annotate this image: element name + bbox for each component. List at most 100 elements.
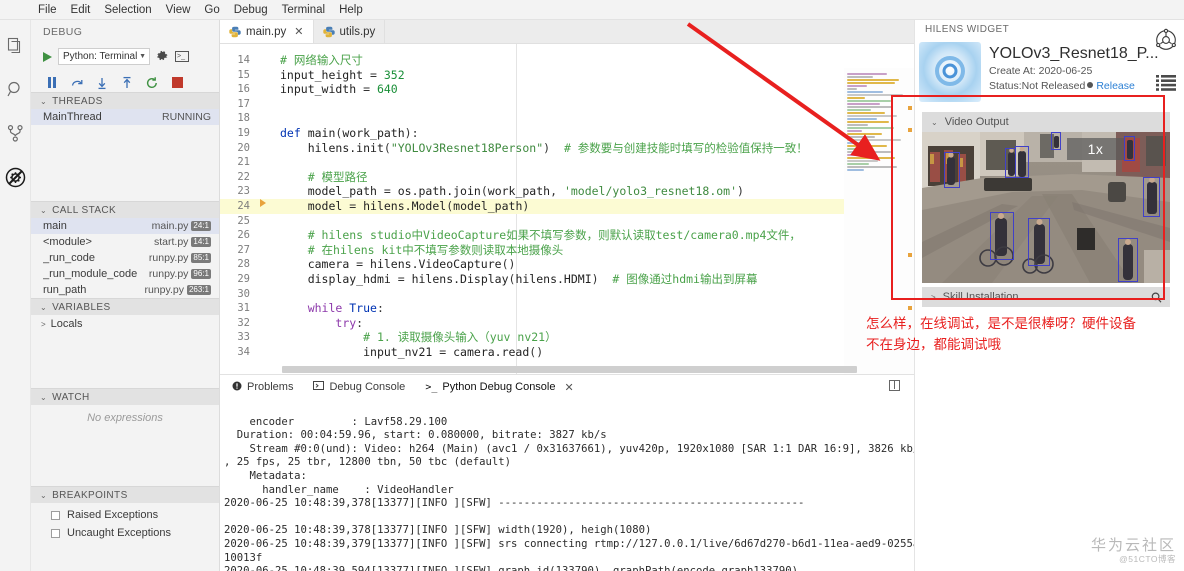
section-variables-label: VARIABLES xyxy=(52,301,111,313)
menu-item-file[interactable]: File xyxy=(38,0,57,20)
line-number: 32 xyxy=(237,316,250,329)
console-output[interactable]: encoder : Lavf58.29.100 Duration: 00:04:… xyxy=(220,399,914,571)
tab-problems[interactable]: Problems xyxy=(232,381,293,394)
console-line: handler_name : VideoHandler xyxy=(224,483,454,496)
code-line: 15 input_height = 352 xyxy=(220,68,914,83)
tab-debug-console[interactable]: Debug Console xyxy=(313,381,405,393)
step-out-button[interactable] xyxy=(120,76,134,90)
menu-item-edit[interactable]: Edit xyxy=(71,0,91,20)
frame-file: runpy.py xyxy=(148,252,189,264)
skill-status-label: Status:Not Released xyxy=(989,80,1086,92)
code-line-highlighted: 24 model = hilens.Model(model_path) xyxy=(220,198,914,214)
breakpoint-row[interactable]: Uncaught Exceptions xyxy=(31,524,219,542)
code-line: 28 camera = hilens.VideoCapture() xyxy=(220,257,914,272)
restart-button[interactable] xyxy=(145,76,159,90)
files-icon[interactable] xyxy=(4,34,26,56)
menu-item-go[interactable]: Go xyxy=(204,0,219,20)
callstack-row[interactable]: main main.py 24:1 xyxy=(31,218,219,234)
tab-utils-py[interactable]: utils.py xyxy=(313,20,386,43)
frame-file: runpy.py xyxy=(148,268,189,280)
console-line: 2020-06-25 10:48:39,378[13377][INFO ][SF… xyxy=(224,524,652,537)
code-line: 31 while True: xyxy=(220,301,914,316)
thread-row[interactable]: MainThread RUNNING xyxy=(31,109,219,125)
search-icon[interactable] xyxy=(4,78,26,100)
maximize-panel-icon[interactable] xyxy=(889,380,900,391)
skill-name: YOLOv3_Resnet18_P... xyxy=(989,45,1159,62)
gear-icon[interactable] xyxy=(156,50,169,63)
menu-item-debug[interactable]: Debug xyxy=(234,0,268,20)
menu-item-help[interactable]: Help xyxy=(339,0,363,20)
frame-line: 96:1 xyxy=(191,269,211,279)
close-icon[interactable]: ✕ xyxy=(565,381,574,394)
frame-file: main.py xyxy=(151,220,189,232)
frame-line: 263:1 xyxy=(186,285,211,295)
step-into-button[interactable] xyxy=(95,76,109,90)
console-line: 2020-06-25 10:48:39,379[13377][INFO ][SF… xyxy=(224,537,914,550)
line-number: 15 xyxy=(237,68,250,81)
callstack-row[interactable]: <module> start.py 14:1 xyxy=(31,234,219,250)
editor-area: main.py ✕ utils.py 14 # 网络输入尺寸 15 input_he… xyxy=(220,20,914,571)
frame-name: _run_module_code xyxy=(43,268,138,280)
stop-button[interactable] xyxy=(170,76,184,90)
frame-name: run_path xyxy=(43,284,87,296)
source-control-icon[interactable] xyxy=(4,122,26,144)
chevron-down-icon: ▼ xyxy=(139,53,146,60)
callstack-row[interactable]: run_path runpy.py 263:1 xyxy=(31,282,219,298)
terminal-prompt-icon: >_ xyxy=(425,381,438,393)
hilens-atom-icon[interactable] xyxy=(1154,28,1178,57)
step-over-button[interactable] xyxy=(70,76,84,90)
panel-tab-label: Python Debug Console xyxy=(442,381,556,393)
skill-thumbnail-icon xyxy=(919,42,981,102)
line-number: 24 xyxy=(237,199,250,212)
code-line: 33 # 1. 读取摄像头输入（yuv nv21） xyxy=(220,330,914,345)
console-line: 2020-06-25 10:48:39,378[13377][INFO ][SF… xyxy=(224,497,805,510)
callstack-row[interactable]: _run_module_code runpy.py 96:1 xyxy=(31,266,219,282)
status-badge xyxy=(1087,82,1094,88)
checkbox[interactable] xyxy=(51,510,60,520)
section-breakpoints[interactable]: ⌄ BREAKPOINTS xyxy=(31,486,219,503)
python-file-icon xyxy=(229,26,241,38)
debug-disabled-icon[interactable] xyxy=(4,166,26,188)
line-number: 33 xyxy=(237,331,250,344)
tab-label: main.py xyxy=(246,25,287,38)
section-call-stack-label: CALL STACK xyxy=(52,204,117,216)
checkbox[interactable] xyxy=(51,528,60,538)
breakpoint-row[interactable]: Raised Exceptions xyxy=(31,506,219,524)
code-line: 26 # hilens studio中VideoCapture如果不填写参数，则… xyxy=(220,228,914,243)
line-number: 29 xyxy=(237,272,250,285)
panel-tab-label: Problems xyxy=(247,381,294,393)
tab-main-py[interactable]: main.py ✕ xyxy=(220,20,314,43)
editor-horizontal-scrollbar[interactable] xyxy=(282,366,857,373)
python-file-icon xyxy=(322,26,335,38)
menu-item-view[interactable]: View xyxy=(166,0,191,20)
release-link[interactable]: Release xyxy=(1096,80,1135,92)
chevron-down-icon: ⌄ xyxy=(40,302,48,312)
debug-config-select[interactable]: Python: Terminal ▼ xyxy=(58,48,150,65)
start-debug-button[interactable] xyxy=(43,51,52,62)
code-editor[interactable]: 14 # 网络输入尺寸 15 input_height = 352 16 input_… xyxy=(220,44,914,374)
open-terminal-icon[interactable]: >_ xyxy=(175,51,189,62)
pause-button[interactable] xyxy=(45,76,59,90)
menu-item-selection[interactable]: Selection xyxy=(104,0,151,20)
section-variables[interactable]: ⌄ VARIABLES xyxy=(31,298,219,315)
tab-label: utils.py xyxy=(339,25,376,38)
section-threads[interactable]: ⌄ THREADS xyxy=(31,92,219,109)
watermark: 华为云社区 @51CTO博客 xyxy=(1091,534,1176,565)
section-watch-label: WATCH xyxy=(52,391,90,403)
code-line: 23 model_path = os.path.join(work_path, … xyxy=(220,184,914,199)
list-icon[interactable] xyxy=(1156,75,1176,96)
section-call-stack[interactable]: ⌄ CALL STACK xyxy=(31,201,219,218)
variables-locals-row[interactable]: > Locals xyxy=(31,315,219,333)
line-number: 26 xyxy=(237,229,250,242)
code-line: 34 input_nv21 = camera.read() xyxy=(220,345,914,360)
tab-python-debug-console[interactable]: >_ Python Debug Console ✕ xyxy=(425,381,573,394)
callstack-row[interactable]: _run_code runpy.py 85:1 xyxy=(31,250,219,266)
line-number: 30 xyxy=(237,287,250,300)
variables-locals-label: Locals xyxy=(50,318,83,330)
chevron-right-icon: > xyxy=(41,319,46,329)
menu-item-terminal[interactable]: Terminal xyxy=(282,0,325,20)
console-line: 10013f xyxy=(224,551,263,564)
close-icon[interactable]: ✕ xyxy=(294,25,303,38)
section-watch[interactable]: ⌄ WATCH xyxy=(31,388,219,405)
annotation-text: 怎么样，在线调试，是不是很棒呀？硬件设备 不在身边，都能调试哦 xyxy=(866,313,1166,355)
